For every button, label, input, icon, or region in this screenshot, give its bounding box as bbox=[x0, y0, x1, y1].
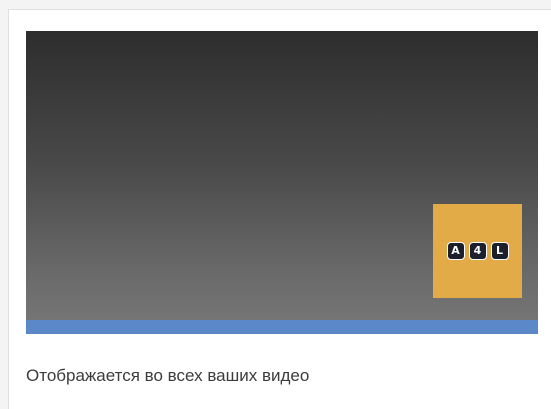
watermark-key-a: A bbox=[446, 242, 465, 260]
video-progress-fill bbox=[26, 320, 538, 334]
watermark-key-4: 4 bbox=[468, 242, 487, 260]
watermark-display-caption: Отображается во всех ваших видео bbox=[26, 366, 310, 385]
watermark-preview-card: A 4 L Отображается во всех ваших видео bbox=[8, 9, 551, 409]
watermark-key-l: L bbox=[490, 242, 509, 260]
video-preview: A 4 L bbox=[26, 31, 538, 334]
channel-watermark-logo: A 4 L bbox=[433, 204, 522, 298]
video-progress-bar bbox=[26, 320, 538, 334]
